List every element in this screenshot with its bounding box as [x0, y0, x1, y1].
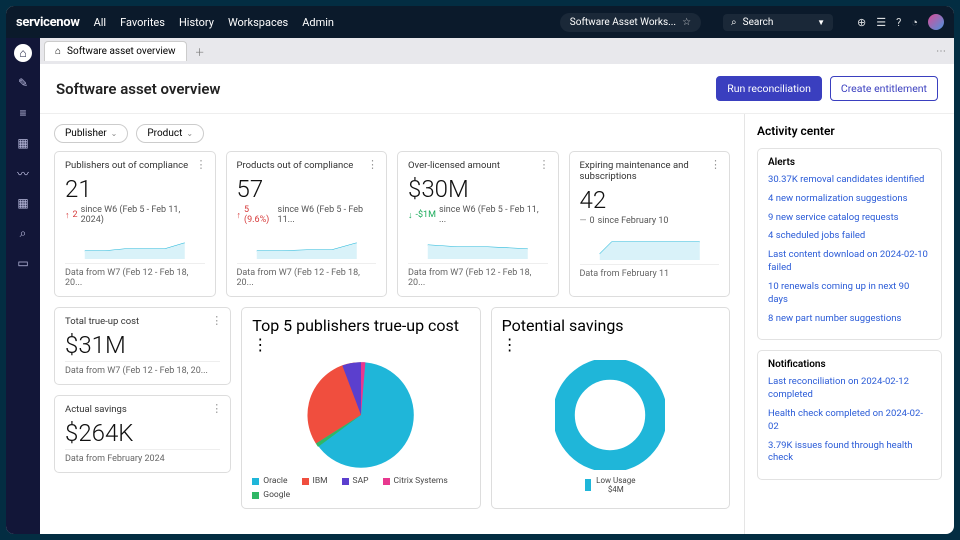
card-menu-icon[interactable]: ⋮: [211, 402, 222, 415]
filter-product[interactable]: Product⌄: [136, 124, 204, 143]
alert-link[interactable]: 9 new service catalog requests: [768, 212, 931, 225]
global-topbar: servicenow All Favorites History Workspa…: [6, 6, 954, 38]
sparkline: [63, 229, 207, 259]
pie-chart: [306, 360, 416, 470]
chevron-down-icon: ⌄: [111, 129, 118, 138]
notifications-panel: Notifications Last reconciliation on 202…: [757, 350, 942, 480]
activity-center: Activity center Alerts 30.37K removal ca…: [744, 114, 954, 534]
home-tab-icon: ⌂: [55, 46, 61, 57]
tab-bar: ⌂ Software asset overview ＋ ⋯: [40, 38, 954, 64]
card-menu-icon[interactable]: ⋮: [196, 158, 207, 171]
card-menu-icon[interactable]: ⋮: [367, 158, 378, 171]
create-entitlement-button[interactable]: Create entitlement: [830, 76, 938, 101]
chevron-down-icon[interactable]: ▼: [817, 18, 825, 27]
card-actual-savings: Actual savings⋮ $264K Data from February…: [54, 395, 231, 473]
filter-publisher[interactable]: Publisher⌄: [54, 124, 128, 143]
card-trueup-cost: Total true-up cost⋮ $31M Data from W7 (F…: [54, 307, 231, 385]
left-rail: ⌂ ✎ ≡ ▦ 〰 ▦ ⌕ ▭: [6, 38, 40, 534]
home-icon[interactable]: ⌂: [14, 44, 32, 62]
arrow-down-icon: ↓: [408, 210, 413, 221]
tab-overflow-icon[interactable]: ⋯: [936, 46, 946, 57]
dashboard: Publisher⌄ Product⌄ Publishers out of co…: [40, 114, 744, 534]
alert-link[interactable]: 4 scheduled jobs failed: [768, 230, 931, 243]
bell-icon[interactable]: ◔: [911, 16, 918, 29]
page-header: Software asset overview Run reconciliati…: [40, 64, 954, 114]
alert-link[interactable]: 30.37K removal candidates identified: [768, 174, 931, 187]
nav-favorites[interactable]: Favorites: [120, 16, 165, 29]
add-tab-icon[interactable]: ＋: [195, 44, 205, 59]
alerts-panel: Alerts 30.37K removal candidates identif…: [757, 148, 942, 340]
search-rail-icon[interactable]: ⌕: [14, 224, 32, 242]
calendar-icon[interactable]: ▦: [14, 194, 32, 212]
nav-all[interactable]: All: [94, 16, 107, 29]
globe-icon[interactable]: ⊕: [857, 16, 866, 29]
run-reconciliation-button[interactable]: Run reconciliation: [716, 76, 822, 101]
logo: servicenow: [16, 15, 80, 30]
star-icon[interactable]: ☆: [682, 17, 691, 28]
list-icon[interactable]: ≡: [14, 104, 32, 122]
donut-chart: [555, 360, 665, 470]
sparkline: [406, 229, 550, 259]
alert-link[interactable]: 10 renewals coming up in next 90 days: [768, 281, 931, 307]
dash-icon: —: [580, 216, 587, 226]
card-menu-icon[interactable]: ⋮: [211, 314, 222, 327]
notification-link[interactable]: 3.79K issues found through health check: [768, 440, 931, 466]
card-potential-savings: Potential savings⋮ Low Usage$4M: [491, 307, 730, 509]
global-nav: All Favorites History Workspaces Admin: [94, 16, 334, 29]
card-menu-icon[interactable]: ⋮: [539, 158, 550, 171]
activity-icon[interactable]: 〰: [14, 164, 32, 182]
page-title: Software asset overview: [56, 80, 220, 98]
card-publishers-ooc: Publishers out of compliance⋮ 21 ↑2since…: [54, 151, 216, 297]
arrow-up-icon: ↑: [237, 210, 242, 221]
card-over-licensed: Over-licensed amount⋮ $30M ↓-$1Msince W6…: [397, 151, 559, 297]
nav-admin[interactable]: Admin: [302, 16, 334, 29]
avatar[interactable]: [928, 14, 944, 30]
sparkline: [578, 230, 722, 260]
sparkline: [235, 229, 379, 259]
notification-link[interactable]: Last reconciliation on 2024-02-12 comple…: [768, 376, 931, 402]
card-menu-icon[interactable]: ⋮: [252, 335, 268, 354]
notification-link[interactable]: Health check completed on 2024-02-02: [768, 408, 931, 434]
chevron-down-icon: ⌄: [186, 129, 193, 138]
grid-icon[interactable]: ▦: [14, 134, 32, 152]
activity-title: Activity center: [757, 124, 942, 138]
workspace-pill[interactable]: Software Asset Works...☆: [560, 13, 701, 32]
nav-workspaces[interactable]: Workspaces: [228, 16, 288, 29]
card-products-ooc: Products out of compliance⋮ 57 ↑5 (9.6%)…: [226, 151, 388, 297]
arrow-up-icon: ↑: [65, 210, 70, 221]
help-icon[interactable]: ?: [896, 16, 901, 29]
pie-legend: Oracle IBM SAP Citrix Systems Google: [252, 476, 469, 500]
nav-history[interactable]: History: [179, 16, 214, 29]
wrench-icon[interactable]: ✎: [14, 74, 32, 92]
alert-link[interactable]: Last content download on 2024-02-10 fail…: [768, 249, 931, 275]
card-menu-icon[interactable]: ⋮: [710, 158, 721, 171]
global-search[interactable]: ⌕ Search ▼: [723, 14, 833, 31]
chat-icon[interactable]: ☰: [876, 16, 886, 29]
alert-link[interactable]: 8 new part number suggestions: [768, 313, 931, 326]
card-expiring: Expiring maintenance and subscriptions⋮ …: [569, 151, 731, 297]
storage-icon[interactable]: ▭: [14, 254, 32, 272]
card-top5-publishers: Top 5 publishers true-up cost⋮ Oracle: [241, 307, 480, 509]
card-menu-icon[interactable]: ⋮: [502, 335, 518, 354]
search-icon: ⌕: [731, 17, 737, 28]
tab-overview[interactable]: ⌂ Software asset overview: [44, 41, 187, 61]
alert-link[interactable]: 4 new normalization suggestions: [768, 193, 931, 206]
